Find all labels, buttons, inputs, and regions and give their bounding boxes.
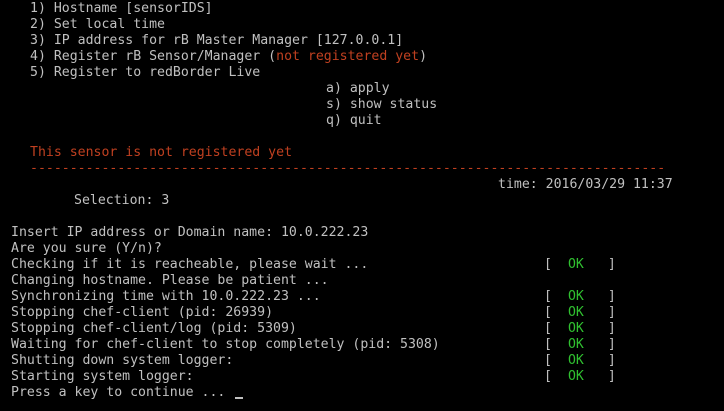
terminal-screen[interactable]: 1) Hostname [sensorIDS] 2) Set local tim…	[0, 0, 724, 411]
ok-status: [ OK]	[544, 305, 616, 321]
bracket-close: ]	[607, 353, 616, 368]
bracket-open: [	[544, 353, 552, 368]
text-cursor	[235, 397, 244, 399]
menu-action-apply: a) apply	[326, 81, 390, 96]
ok-text: OK	[567, 257, 584, 272]
prompt-text: Press a key to continue ...	[11, 385, 226, 400]
selection-display: Selection: 3	[74, 193, 170, 208]
log-line: Shutting down system logger:	[11, 353, 234, 368]
log-line: Insert IP address or Domain name: 10.0.2…	[11, 225, 369, 240]
menu-item-local-time: 2) Set local time	[30, 17, 165, 32]
bracket-open: [	[544, 257, 552, 272]
bracket-close: ]	[607, 369, 616, 384]
bracket-close: ]	[607, 257, 616, 272]
ok-text: OK	[567, 337, 584, 352]
sensor-status-message: This sensor is not registered yet	[30, 145, 293, 160]
ok-status: [ OK]	[544, 337, 616, 353]
ok-status: [ OK]	[544, 369, 616, 385]
bracket-open: [	[544, 289, 552, 304]
ok-status: [ OK]	[544, 353, 616, 369]
menu-action-show-status: s) show status	[326, 97, 438, 112]
ok-text: OK	[567, 305, 584, 320]
log-line: Changing hostname. Please be patient ...	[11, 273, 329, 288]
ok-status: [ OK]	[544, 289, 616, 305]
bracket-open: [	[544, 369, 552, 384]
log-line: Are you sure (Y/n)?	[11, 241, 162, 256]
ok-status: [ OK]	[544, 321, 616, 337]
log-line: Stopping chef-client (pid: 26939)	[11, 305, 274, 320]
bracket-open: [	[544, 305, 552, 320]
register-item-suffix: )	[419, 49, 428, 64]
menu-item-ip-address: 3) IP address for rB Master Manager [127…	[30, 33, 404, 48]
bracket-open: [	[544, 337, 552, 352]
clock-display: time: 2016/03/29 11:37	[498, 177, 673, 192]
continue-prompt[interactable]: Press a key to continue ...	[11, 385, 244, 401]
log-line: Synchronizing time with 10.0.222.23 ...	[11, 289, 321, 304]
ok-status: [ OK]	[544, 257, 616, 273]
ok-text: OK	[567, 321, 584, 336]
menu-item-hostname: 1) Hostname [sensorIDS]	[30, 1, 213, 16]
bracket-close: ]	[607, 305, 616, 320]
ok-text: OK	[567, 289, 584, 304]
register-item-prefix: 4) Register rB Sensor/Manager (	[30, 49, 277, 64]
log-line: Checking if it is reacheable, please wai…	[11, 257, 369, 272]
log-line: Starting system logger:	[11, 369, 194, 384]
ok-text: OK	[567, 369, 584, 384]
ok-text: OK	[567, 353, 584, 368]
log-line: Stopping chef-client/log (pid: 5309)	[11, 321, 297, 336]
bracket-open: [	[544, 321, 552, 336]
bracket-close: ]	[607, 337, 616, 352]
log-line: Waiting for chef-client to stop complete…	[11, 337, 440, 352]
bracket-close: ]	[607, 321, 616, 336]
menu-action-quit: q) quit	[326, 113, 382, 128]
menu-item-register-sensor: 4) Register rB Sensor/Manager (not regis…	[30, 49, 427, 65]
bracket-close: ]	[607, 289, 616, 304]
menu-item-register-live: 5) Register to redBorder Live	[30, 65, 261, 80]
separator-line: ----------------------------------------…	[30, 161, 666, 176]
register-status-text: not registered yet	[276, 49, 420, 64]
